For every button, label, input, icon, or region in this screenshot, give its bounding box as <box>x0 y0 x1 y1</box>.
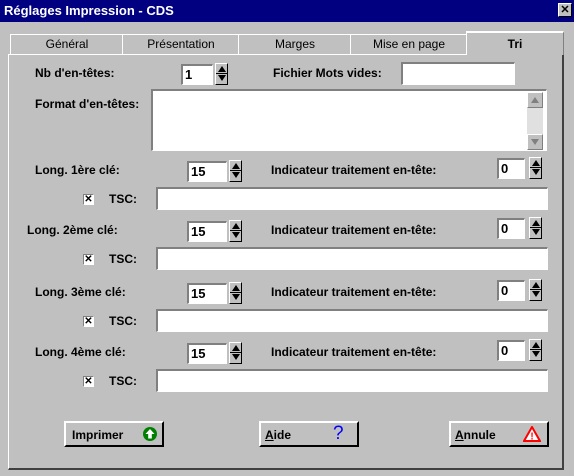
arrow-down-icon <box>531 139 539 145</box>
spin-down-icon <box>532 229 540 235</box>
spin-up-icon <box>532 160 540 166</box>
indicateur-label: Indicateur traitement en-tête: <box>271 163 437 177</box>
tab-marges[interactable]: Marges <box>238 34 352 54</box>
tsc-label: TSC: <box>109 374 137 388</box>
indicateur-input[interactable]: 0 <box>497 218 525 239</box>
tab-panel-tri: Nb d'en-têtes: 1 Fichier Mots vides: For… <box>8 54 564 470</box>
tsc-input[interactable] <box>156 369 548 392</box>
indicateur-input[interactable]: 0 <box>497 158 525 179</box>
tsc-label: TSC: <box>109 192 137 206</box>
scroll-down-button[interactable] <box>527 134 543 150</box>
indicateur-label: Indicateur traitement en-tête: <box>271 223 437 237</box>
spin-down-icon <box>532 291 540 297</box>
tsc-checkbox[interactable]: ✕ <box>83 316 94 327</box>
indicateur-spinner[interactable] <box>529 339 542 361</box>
print-settings-dialog: Réglages Impression - CDS ✕ Général Prés… <box>0 0 574 476</box>
nb-entetes-input[interactable]: 1 <box>181 64 213 85</box>
spin-down-icon <box>232 354 240 360</box>
long-key-label: Long. 2ème clé: <box>27 223 118 237</box>
spin-up-icon <box>232 345 240 351</box>
tab-general-label: Général <box>45 37 89 51</box>
spin-up-icon <box>232 285 240 291</box>
tsc-checkbox[interactable]: ✕ <box>83 376 94 387</box>
check-icon: ✕ <box>84 194 93 205</box>
question-mark-icon: ? <box>333 423 344 444</box>
spin-down-icon <box>218 75 226 81</box>
tab-tri[interactable]: Tri <box>466 31 564 55</box>
format-entetes-label: Format d'en-têtes: <box>35 97 140 111</box>
spin-up-icon <box>218 66 226 72</box>
tab-mise-en-page[interactable]: Mise en page <box>350 34 468 54</box>
long-key-input[interactable]: 15 <box>187 343 227 364</box>
long-key-label: Long. 3ème clé: <box>35 285 126 299</box>
indicateur-spinner[interactable] <box>529 217 542 239</box>
tab-general[interactable]: Général <box>10 34 124 54</box>
spin-up-icon <box>232 223 240 229</box>
check-icon: ✕ <box>84 316 93 327</box>
indicateur-spinner[interactable] <box>529 157 542 179</box>
spin-down-icon <box>232 294 240 300</box>
tab-presentation-label: Présentation <box>147 37 215 51</box>
print-button-label: Imprimer <box>72 428 124 442</box>
tab-marges-label: Marges <box>274 37 315 51</box>
fichier-mots-vides-input[interactable] <box>401 62 515 85</box>
long-key-input[interactable]: 15 <box>187 221 227 242</box>
svg-text:!: ! <box>530 432 533 443</box>
spin-down-icon <box>232 232 240 238</box>
long-key-label: Long. 4ème clé: <box>35 345 126 359</box>
indicateur-label: Indicateur traitement en-tête: <box>271 345 437 359</box>
tsc-label: TSC: <box>109 314 137 328</box>
check-icon: ✕ <box>84 254 93 265</box>
nb-entetes-spinner[interactable] <box>215 63 228 85</box>
long-key-input[interactable]: 15 <box>187 161 227 182</box>
tsc-input[interactable] <box>156 187 548 210</box>
cancel-button[interactable]: Annule ! <box>449 421 549 447</box>
spin-up-icon <box>532 282 540 288</box>
tab-tri-label: Tri <box>507 37 523 51</box>
print-button[interactable]: Imprimer <box>64 421 164 447</box>
tsc-checkbox[interactable]: ✕ <box>83 194 94 205</box>
window-title: Réglages Impression - CDS <box>4 3 174 18</box>
indicateur-label: Indicateur traitement en-tête: <box>271 285 437 299</box>
spin-down-icon <box>232 172 240 178</box>
help-button[interactable]: Aide ? <box>259 421 359 447</box>
tab-mise-en-page-label: Mise en page <box>372 37 446 51</box>
format-entetes-textarea[interactable] <box>151 89 547 151</box>
tab-presentation[interactable]: Présentation <box>122 34 240 54</box>
long-key-spinner[interactable] <box>229 342 242 364</box>
warning-triangle-icon: ! <box>523 426 541 442</box>
title-bar: Réglages Impression - CDS ✕ <box>0 0 574 22</box>
long-key-label: Long. 1ère clé: <box>35 163 120 177</box>
fichier-mots-vides-label: Fichier Mots vides: <box>273 66 382 80</box>
tsc-input[interactable] <box>156 247 548 270</box>
nb-entetes-label: Nb d'en-têtes: <box>35 66 115 80</box>
tsc-checkbox[interactable]: ✕ <box>83 254 94 265</box>
arrow-up-icon <box>531 97 539 103</box>
indicateur-input[interactable]: 0 <box>497 280 525 301</box>
help-button-label: Aide <box>265 428 292 442</box>
spin-up-icon <box>532 342 540 348</box>
indicateur-spinner[interactable] <box>529 279 542 301</box>
long-key-spinner[interactable] <box>229 282 242 304</box>
long-key-input[interactable]: 15 <box>187 283 227 304</box>
tsc-input[interactable] <box>156 309 548 332</box>
format-scrollbar[interactable] <box>527 92 543 150</box>
close-icon: ✕ <box>560 4 570 16</box>
spin-up-icon <box>232 163 240 169</box>
spin-up-icon <box>532 220 540 226</box>
spin-down-icon <box>532 169 540 175</box>
long-key-spinner[interactable] <box>229 160 242 182</box>
spin-down-icon <box>532 351 540 357</box>
tsc-label: TSC: <box>109 252 137 266</box>
cancel-button-label: Annule <box>455 428 496 442</box>
arrow-up-circle-icon <box>143 427 157 441</box>
scroll-up-button[interactable] <box>527 92 543 108</box>
close-button[interactable]: ✕ <box>558 3 572 17</box>
check-icon: ✕ <box>84 376 93 387</box>
long-key-spinner[interactable] <box>229 220 242 242</box>
indicateur-input[interactable]: 0 <box>497 340 525 361</box>
